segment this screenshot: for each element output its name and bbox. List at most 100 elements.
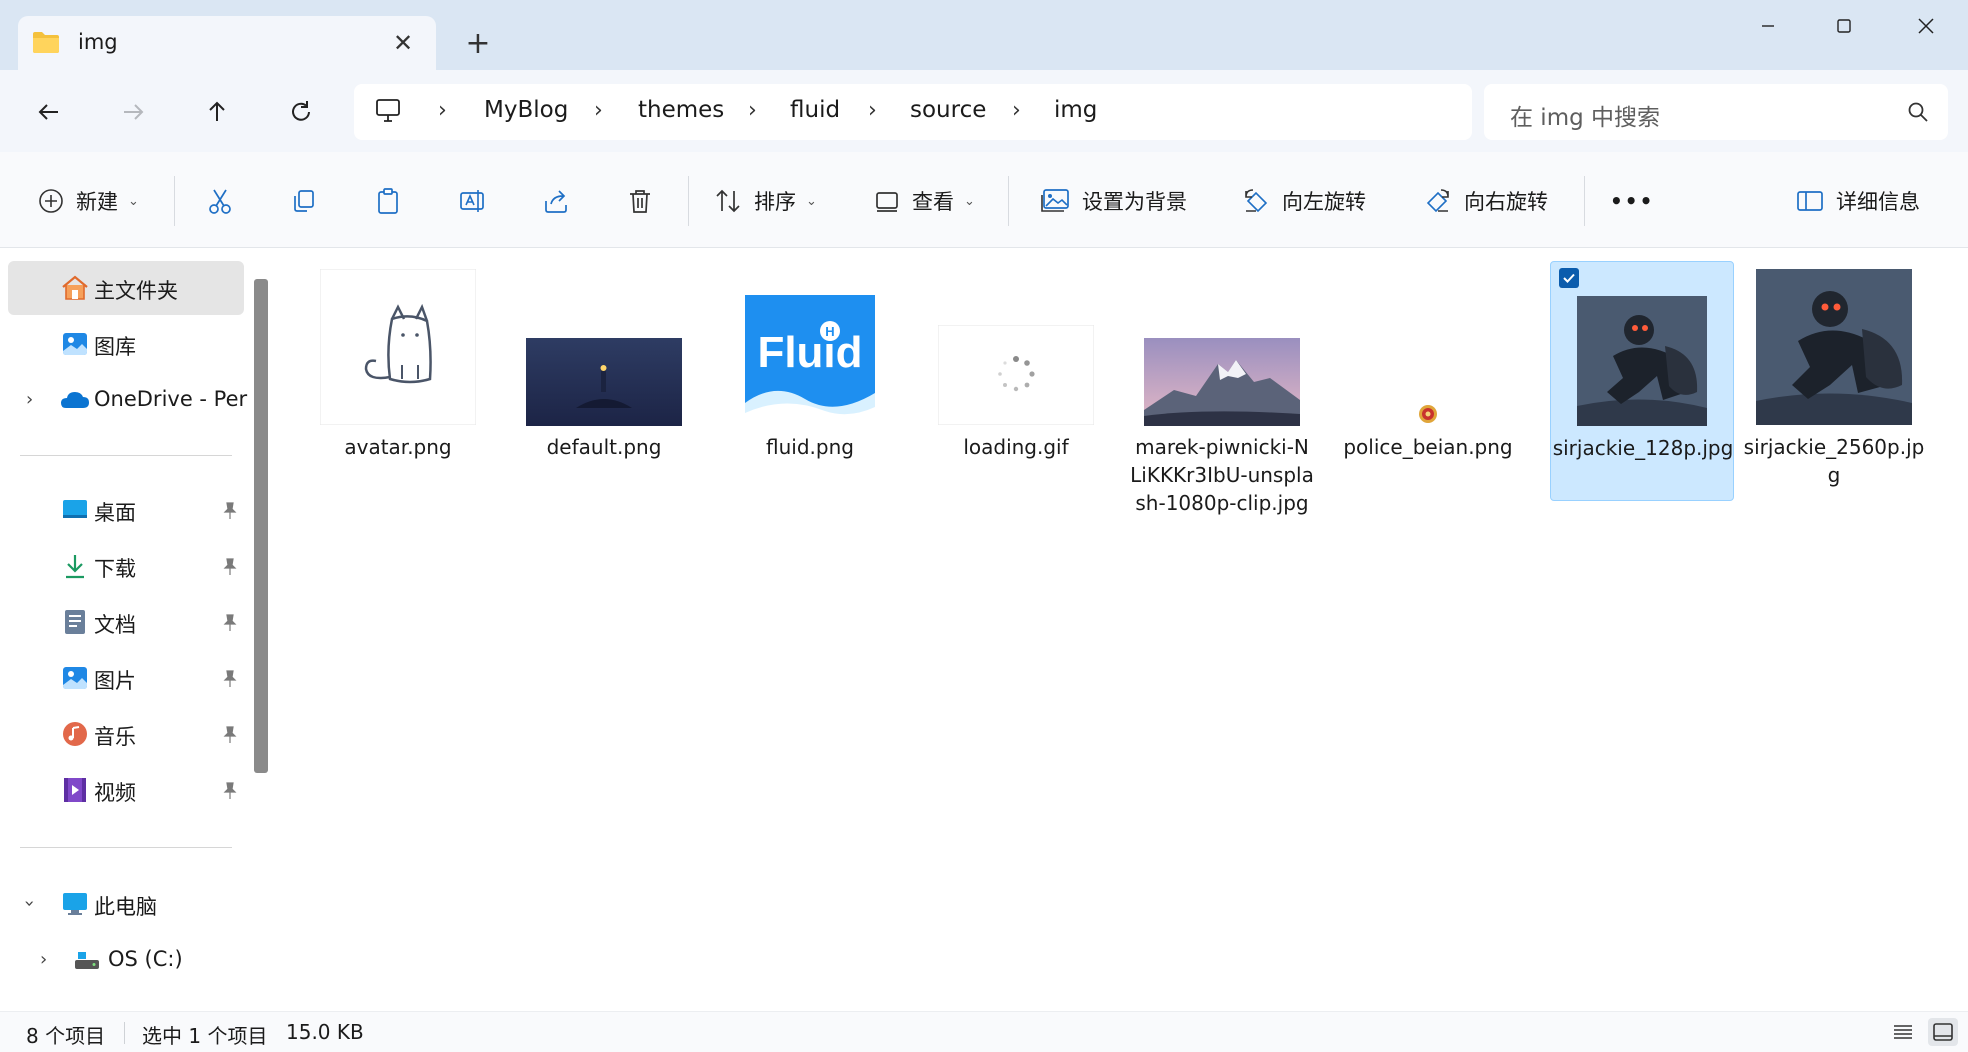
scrollbar-thumb[interactable] — [254, 279, 268, 773]
video-icon — [64, 778, 86, 802]
paste-button[interactable] — [374, 180, 402, 222]
up-button[interactable] — [193, 90, 241, 134]
view-button[interactable]: 查看 ⌄ — [874, 180, 975, 222]
details-label: 详细信息 — [1836, 190, 1920, 214]
item-count: 8 个项目 — [26, 1024, 106, 1048]
navigation-pane: 主文件夹 图库 › OneDrive - Per 桌面 下载 文档 图片 音乐 … — [0, 249, 272, 1011]
breadcrumb-item-fluid[interactable]: fluid — [790, 97, 840, 123]
file-item[interactable]: loading.gif — [924, 261, 1108, 501]
file-name: fluid.png — [766, 435, 854, 459]
chevron-down-icon[interactable]: › — [19, 900, 40, 907]
details-view-button[interactable] — [1888, 1018, 1918, 1046]
cut-button[interactable] — [206, 180, 234, 222]
download-icon — [66, 555, 84, 579]
breadcrumb-separator: › — [438, 98, 447, 123]
file-item[interactable]: avatar.png — [306, 261, 490, 501]
sidebar-item-this-pc[interactable]: › 此电脑 — [8, 877, 244, 931]
file-name: marek-piwnicki-NLiKKKr3IbU-unsplash-1080… — [1130, 435, 1314, 515]
pictures-icon — [63, 667, 87, 689]
status-divider — [124, 1022, 125, 1044]
sidebar-item-documents[interactable]: 文档 — [8, 595, 244, 649]
pin-icon[interactable] — [220, 557, 240, 577]
copy-button[interactable] — [290, 180, 318, 222]
file-name: sirjackie_2560p.jpg — [1743, 435, 1925, 487]
file-item-selected[interactable]: sirjackie_128p.jpg — [1550, 261, 1734, 501]
toolbar-divider — [1008, 176, 1009, 226]
status-bar: 8 个项目 选中 1 个项目 15.0 KB — [0, 1011, 1968, 1052]
sidebar-scrollbar[interactable] — [252, 279, 268, 1011]
file-name: default.png — [546, 435, 662, 459]
new-button[interactable]: 新建 ⌄ — [38, 180, 139, 222]
address-bar[interactable]: › MyBlog › themes › fluid › source › img — [354, 84, 1472, 140]
pin-icon[interactable] — [220, 501, 240, 521]
file-item[interactable]: police_beian.png — [1336, 261, 1520, 501]
arrow-left-icon — [38, 104, 58, 120]
view-icon — [876, 192, 898, 212]
file-item[interactable]: default.png — [512, 261, 696, 501]
breadcrumb-item-themes[interactable]: themes — [638, 97, 724, 123]
fluid-logo-thumbnail: Fluid H — [745, 295, 875, 425]
tab-img[interactable]: img ✕ — [18, 16, 436, 72]
sidebar-item-music[interactable]: 音乐 — [8, 707, 244, 761]
sort-button[interactable]: 排序 ⌄ — [714, 180, 817, 222]
details-pane-button[interactable]: 详细信息 — [1796, 180, 1920, 222]
sidebar-item-home[interactable]: 主文件夹 — [8, 261, 244, 315]
breadcrumb-item-myblog[interactable]: MyBlog — [484, 97, 568, 123]
search-box[interactable]: 在 img 中搜索 — [1484, 84, 1948, 140]
breadcrumb-item-source[interactable]: source — [910, 97, 986, 123]
new-tab-button[interactable]: + — [458, 26, 498, 66]
fluid-logo-badge: H — [825, 324, 834, 339]
sidebar-item-drive-c[interactable]: › OS (C:) — [8, 933, 244, 987]
sidebar-item-pictures[interactable]: 图片 — [8, 651, 244, 705]
rotate-left-label: 向左旋转 — [1282, 190, 1366, 214]
maximize-button[interactable] — [1802, 0, 1886, 52]
refresh-button[interactable] — [277, 90, 325, 134]
navigation-bar: › MyBlog › themes › fluid › source › img… — [0, 70, 1968, 152]
file-name: loading.gif — [963, 435, 1069, 459]
sidebar-item-gallery[interactable]: 图库 — [8, 317, 244, 371]
selection-size: 15.0 KB — [286, 1020, 364, 1044]
file-list: avatar.png default.png Fluid H fluid.png — [276, 249, 1968, 1011]
rotate-right-button[interactable]: 向右旋转 — [1424, 180, 1548, 222]
sidebar-divider — [20, 847, 232, 848]
set-background-button[interactable]: 设置为背景 — [1040, 180, 1187, 222]
breadcrumb-separator: › — [748, 98, 757, 123]
set-background-label: 设置为背景 — [1082, 190, 1187, 214]
close-window-button[interactable] — [1884, 0, 1968, 52]
sidebar-item-videos[interactable]: 视频 — [8, 763, 244, 817]
sidebar-item-onedrive[interactable]: › OneDrive - Per — [8, 373, 247, 427]
file-name: avatar.png — [344, 435, 452, 459]
selection-count: 选中 1 个项目 — [142, 1024, 268, 1048]
more-options-button[interactable]: ••• — [1610, 180, 1654, 222]
search-input[interactable]: 在 img 中搜索 — [1510, 98, 1660, 132]
rename-button[interactable] — [458, 180, 486, 222]
mountain-thumbnail — [1144, 338, 1300, 426]
desktop-icon — [63, 500, 87, 518]
night-lighthouse-thumbnail — [526, 338, 682, 426]
thumbnail-view-button[interactable] — [1928, 1018, 1958, 1046]
file-item[interactable]: sirjackie_2560p.jpg — [1742, 261, 1926, 501]
share-button[interactable] — [542, 180, 570, 222]
pin-icon[interactable] — [220, 781, 240, 801]
pin-icon[interactable] — [220, 613, 240, 633]
chevron-right-icon[interactable]: › — [40, 949, 47, 970]
file-item[interactable]: Fluid H fluid.png — [718, 261, 902, 501]
sidebar-item-desktop[interactable]: 桌面 — [8, 483, 244, 537]
tab-close-icon[interactable]: ✕ — [386, 26, 420, 60]
rotate-left-button[interactable]: 向左旋转 — [1242, 180, 1366, 222]
back-button[interactable] — [25, 90, 73, 134]
toolbar-divider — [688, 176, 689, 226]
sidebar-item-downloads[interactable]: 下载 — [8, 539, 244, 593]
breadcrumb-item-img[interactable]: img — [1054, 97, 1097, 123]
minimize-button[interactable] — [1726, 0, 1810, 52]
pin-icon[interactable] — [220, 669, 240, 689]
share-icon — [545, 190, 567, 213]
forward-button[interactable] — [109, 90, 157, 134]
clipboard-icon — [378, 188, 398, 214]
file-item[interactable]: marek-piwnicki-NLiKKKr3IbU-unsplash-1080… — [1130, 261, 1314, 515]
pin-icon[interactable] — [220, 725, 240, 745]
selection-checkbox[interactable] — [1559, 268, 1579, 288]
delete-button[interactable] — [626, 180, 654, 222]
view-label: 查看 — [912, 190, 954, 214]
chevron-right-icon[interactable]: › — [26, 389, 33, 410]
